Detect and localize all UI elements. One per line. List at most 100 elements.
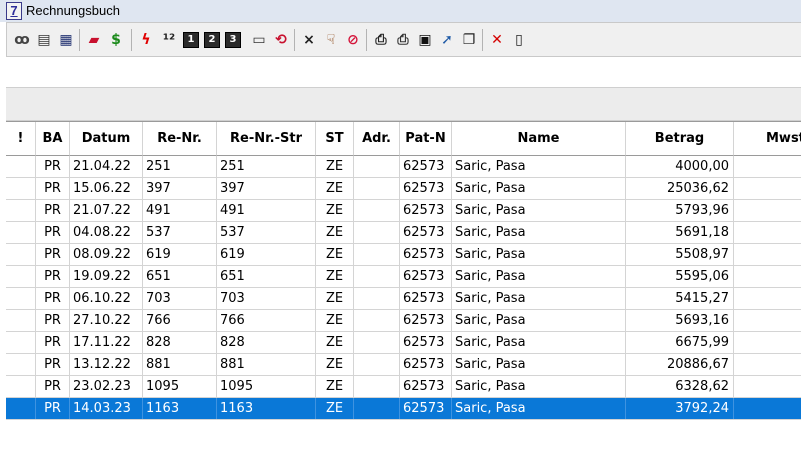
cell-pat-n: 62573 [400, 200, 452, 221]
column-header-betrag[interactable]: Betrag [626, 122, 734, 156]
cell-re-nr-str: 397 [217, 178, 316, 199]
exit-door-icon[interactable]: ▯ [510, 31, 528, 49]
cancel-circle-icon[interactable]: ⊘ [344, 31, 362, 49]
cell-pat-n: 62573 [400, 310, 452, 331]
cell-ba: PR [36, 332, 70, 353]
cell-st: ZE [316, 244, 354, 265]
cell-datum: 14.03.23 [70, 398, 143, 419]
cell-adr [354, 288, 400, 309]
toolbar-separator [366, 29, 367, 51]
delete-icon[interactable]: ✕ [488, 31, 506, 49]
export-icon[interactable]: ➚ [438, 31, 456, 49]
cell-ba: PR [36, 398, 70, 419]
toolbar-separator [131, 29, 132, 51]
table-row[interactable]: PR 27.10.22 766 766 ZE 62573 Saric, Pasa 5693,1… [6, 310, 801, 332]
filter-bar[interactable] [6, 87, 801, 121]
dollar-icon[interactable]: $ [107, 31, 125, 49]
table-view-icon[interactable]: ▦ [57, 31, 75, 49]
key-2-icon[interactable]: 2 [204, 32, 220, 48]
cell-flag [6, 310, 36, 331]
column-header-name[interactable]: Name [452, 122, 626, 156]
numbering-icon[interactable]: ¹² [160, 31, 178, 49]
cell-re-nr: 251 [143, 156, 217, 177]
column-header-mwst[interactable]: Mwst [734, 122, 801, 156]
column-header-re-nr[interactable]: Re-Nr. [143, 122, 217, 156]
column-header-datum[interactable]: Datum [70, 122, 143, 156]
cell-re-nr-str: 619 [217, 244, 316, 265]
cell-pat-n: 62573 [400, 156, 452, 177]
table-row[interactable]: PR 21.04.22 251 251 ZE 62573 Saric, Pasa 4000,0… [6, 156, 801, 178]
cell-betrag: 20886,67 [626, 354, 734, 375]
cell-re-nr-str: 651 [217, 266, 316, 287]
cell-mwst [734, 266, 801, 287]
thumb-down-icon[interactable]: ☟ [322, 31, 340, 49]
column-header-re-nr-str[interactable]: Re-Nr.-Str [217, 122, 316, 156]
cell-pat-n: 62573 [400, 288, 452, 309]
cell-adr [354, 222, 400, 243]
cell-flag [6, 200, 36, 221]
invoice-stamp-icon[interactable]: ▰ [85, 31, 103, 49]
toolbar-separator [294, 29, 295, 51]
cell-pat-n: 62573 [400, 376, 452, 397]
cell-datum: 13.12.22 [70, 354, 143, 375]
printer-icon[interactable]: ⎙ [372, 31, 390, 49]
cell-re-nr-str: 1163 [217, 398, 316, 419]
column-header-st[interactable]: ST [316, 122, 354, 156]
cell-betrag: 6675,99 [626, 332, 734, 353]
copy-window-icon[interactable]: ❐ [460, 31, 478, 49]
cell-adr [354, 354, 400, 375]
cell-st: ZE [316, 266, 354, 287]
cell-mwst [734, 288, 801, 309]
cell-re-nr: 619 [143, 244, 217, 265]
cell-flag [6, 222, 36, 243]
cell-mwst [734, 376, 801, 397]
toolbar-separator [79, 29, 80, 51]
cell-re-nr-str: 881 [217, 354, 316, 375]
column-header-adr[interactable]: Adr. [354, 122, 400, 156]
cell-name: Saric, Pasa [452, 244, 626, 265]
key-3-icon[interactable]: 3 [225, 32, 241, 48]
cell-betrag: 5691,18 [626, 222, 734, 243]
cell-st: ZE [316, 156, 354, 177]
table-row[interactable]: PR 06.10.22 703 703 ZE 62573 Saric, Pasa 5415,2… [6, 288, 801, 310]
cell-adr [354, 310, 400, 331]
save-disk-icon[interactable]: ▣ [416, 31, 434, 49]
column-header-pat-n[interactable]: Pat-N [400, 122, 452, 156]
cell-mwst [734, 156, 801, 177]
cell-flag [6, 266, 36, 287]
table-row[interactable]: PR 13.12.22 881 881 ZE 62573 Saric, Pasa 20886,… [6, 354, 801, 376]
cell-st: ZE [316, 288, 354, 309]
column-header-flag[interactable]: ! [6, 122, 36, 156]
cell-betrag: 4000,00 [626, 156, 734, 177]
title-bar: 7 Rechnungsbuch [0, 0, 801, 22]
table-row[interactable]: PR 04.08.22 537 537 ZE 62573 Saric, Pasa 5691,1… [6, 222, 801, 244]
key-1-icon[interactable]: 1 [183, 32, 199, 48]
cell-betrag: 5595,06 [626, 266, 734, 287]
cell-datum: 23.02.23 [70, 376, 143, 397]
close-x-icon[interactable]: × [300, 31, 318, 49]
cell-adr [354, 244, 400, 265]
refresh-arrows-icon[interactable]: ⟲ [272, 31, 290, 49]
cell-name: Saric, Pasa [452, 222, 626, 243]
table-row[interactable]: PR 17.11.22 828 828 ZE 62573 Saric, Pasa 6675,9… [6, 332, 801, 354]
cell-st: ZE [316, 222, 354, 243]
glasses-icon[interactable]: ꝏ [13, 31, 31, 49]
table-row[interactable]: PR 08.09.22 619 619 ZE 62573 Saric, Pasa 5508,9… [6, 244, 801, 266]
lightning-icon[interactable]: ϟ [137, 31, 155, 49]
cell-adr [354, 376, 400, 397]
cell-mwst [734, 310, 801, 331]
printer-setup-icon[interactable]: ⎙ [394, 31, 412, 49]
table-row[interactable]: PR 15.06.22 397 397 ZE 62573 Saric, Pasa 25036,… [6, 178, 801, 200]
table-row[interactable]: PR 23.02.23 1095 1095 ZE 62573 Saric, Pasa 6328… [6, 376, 801, 398]
cell-re-nr: 491 [143, 200, 217, 221]
report-preview-icon[interactable]: ▤ [35, 31, 53, 49]
cell-re-nr-str: 537 [217, 222, 316, 243]
table-row[interactable]: PR 21.07.22 491 491 ZE 62573 Saric, Pasa 5793,9… [6, 200, 801, 222]
table-row[interactable]: PR 14.03.23 1163 1163 ZE 62573 Saric, Pasa 3792… [6, 398, 801, 420]
cell-betrag: 25036,62 [626, 178, 734, 199]
column-header-ba[interactable]: BA [36, 122, 70, 156]
table-row[interactable]: PR 19.09.22 651 651 ZE 62573 Saric, Pasa 5595,0… [6, 266, 801, 288]
cell-ba: PR [36, 354, 70, 375]
number-format-icon[interactable]: ▭ [250, 31, 268, 49]
cell-pat-n: 62573 [400, 266, 452, 287]
